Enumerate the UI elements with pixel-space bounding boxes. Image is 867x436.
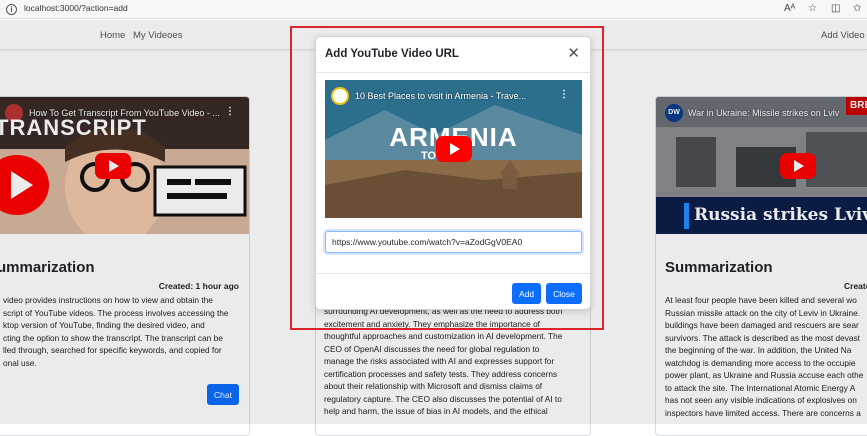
info-icon[interactable]: i xyxy=(6,4,17,15)
highlight-annotation-box xyxy=(290,26,604,330)
split-screen-icon[interactable]: ◫ xyxy=(831,3,840,15)
address-bar[interactable]: localhost:3000/?action=add xyxy=(24,3,128,13)
read-aloud-icon[interactable]: Aᴬ xyxy=(784,3,795,15)
favorite-icon[interactable]: ☆ xyxy=(808,3,817,15)
browser-toolbar: i localhost:3000/?action=add Aᴬ ☆ ◫ ✩ xyxy=(0,0,867,19)
favorites-bar-icon[interactable]: ✩ xyxy=(853,3,861,15)
